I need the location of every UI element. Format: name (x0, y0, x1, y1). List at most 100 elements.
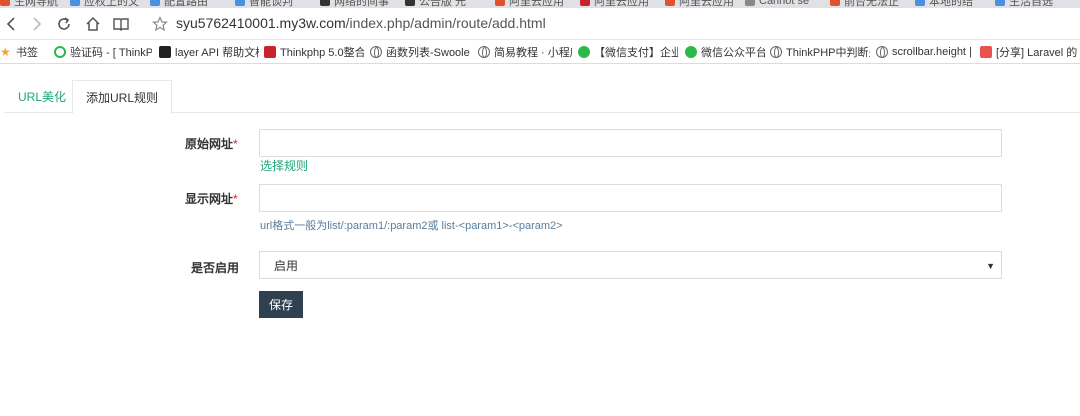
browser-tab[interactable]: 配置路由 (150, 0, 208, 8)
tab-favicon-icon (70, 0, 80, 6)
browser-tab[interactable]: 应权上的文 (70, 0, 139, 8)
bookmark-item[interactable]: 函数列表-Swoole (370, 44, 470, 60)
browser-tab-label: 本地的结 (929, 0, 973, 8)
browser-tab[interactable]: 智能谈判 (235, 0, 293, 8)
bookmark-item[interactable]: 【微信支付】企业 (578, 44, 678, 60)
browser-tab[interactable]: 本地的结 (915, 0, 973, 8)
bookmark-item[interactable]: 微信公众平台 (685, 44, 765, 60)
bookmark-label: 【微信支付】企业 (594, 47, 678, 59)
reload-icon (58, 17, 70, 30)
browser-tab[interactable]: 前台无法正 (830, 0, 899, 8)
back-button[interactable] (2, 14, 22, 34)
reload-button[interactable] (54, 14, 74, 34)
c-icon (264, 46, 276, 58)
wechat-icon (578, 46, 590, 58)
browser-toolbar: syu5762410001.my3w.com/index.php/admin/r… (0, 8, 1080, 40)
star-icon: ★ (0, 45, 11, 59)
bookmark-item[interactable]: [分享] Laravel 的 (980, 44, 1080, 60)
browser-tab[interactable]: 阿里云应用 (495, 0, 564, 8)
tab-favicon-icon (745, 0, 755, 6)
bookmark-label: scrollbar.height | (892, 46, 972, 58)
tab-favicon-icon (580, 0, 590, 6)
home-button[interactable] (83, 14, 103, 34)
reader-button[interactable] (111, 14, 131, 34)
ring-icon (54, 46, 66, 58)
tab-add-url-rule[interactable]: 添加URL规则 (72, 80, 173, 114)
laravel-icon (980, 46, 992, 58)
tab-favicon-icon (995, 0, 1005, 6)
tab-favicon-icon (405, 0, 415, 6)
bookmark-item[interactable]: ★ 书签 (0, 44, 40, 60)
browser-tab-label: 网络的间事 (334, 0, 389, 8)
address-bar[interactable]: syu5762410001.my3w.com/index.php/admin/r… (176, 15, 546, 31)
bookmark-item[interactable]: scrollbar.height | (876, 44, 974, 60)
tab-favicon-icon (830, 0, 840, 6)
display-url-input[interactable] (259, 184, 1002, 212)
back-arrow-icon (6, 17, 15, 31)
bookmark-label: ThinkPHP中判断是 (786, 47, 870, 59)
browser-tab-label: 生活自选 (1009, 0, 1053, 8)
browser-tab[interactable]: 生网导航 (0, 0, 58, 8)
globe-icon (770, 46, 782, 58)
bookmark-item[interactable]: 验证码 - [ ThinkPHP (54, 44, 152, 60)
browser-tab[interactable]: Cannot se (745, 0, 809, 8)
url-format-hint: url格式一般为list/:param1/:param2或 list-<para… (260, 220, 563, 232)
bookmark-label: 验证码 - [ ThinkPHP (70, 47, 152, 59)
save-button[interactable]: 保存 (259, 291, 303, 318)
original-url-label-text: 原始网址 (185, 137, 234, 151)
browser-tab-label: 应权上的文 (84, 0, 139, 8)
bookmark-item[interactable]: ThinkPHP中判断是 (770, 44, 870, 60)
forward-arrow-icon (33, 17, 42, 31)
browser-tab-label: 阿里云应用 (679, 0, 734, 8)
globe-icon (876, 46, 888, 58)
browser-tab-label: 前台无法正 (844, 0, 899, 8)
browser-tab-label: 生网导航 (14, 0, 58, 8)
bookmark-label: layer API 帮助文档 (175, 47, 259, 59)
url-host: syu5762410001.my3w.com (176, 15, 346, 31)
bookmark-item[interactable]: 简易教程 · 小程序 (478, 44, 572, 60)
bookmark-label: 简易教程 · 小程序 (494, 47, 572, 59)
select-rule-link[interactable]: 选择规则 (260, 157, 308, 174)
globe-icon (370, 46, 382, 58)
tab-favicon-icon (0, 0, 10, 6)
original-url-input[interactable] (259, 129, 1002, 157)
caret-down-icon: ▼ (986, 261, 995, 271)
bookmark-item[interactable]: layer API 帮助文档 (159, 44, 259, 60)
browser-tab[interactable]: 阿里云应用 (665, 0, 734, 8)
browser-tab[interactable]: 阿里云应用 (580, 0, 649, 8)
required-mark: * (233, 192, 238, 206)
browser-tab-label: 阿里云应用 (509, 0, 564, 8)
bookmarks-bar: ★ 书签 验证码 - [ ThinkPHP layer API 帮助文档 Thinkph… (0, 40, 1080, 64)
bookmark-label: 函数列表-Swoole (386, 47, 470, 59)
browser-tab-label: 配置路由 (164, 0, 208, 8)
bookmark-label: 微信公众平台 (701, 47, 765, 59)
bookmark-star-button[interactable] (150, 14, 170, 34)
enabled-select[interactable]: 启用 ▼ (259, 251, 1002, 279)
bookmark-label: [分享] Laravel 的 (996, 47, 1078, 59)
browser-tab[interactable]: 生活自选 (995, 0, 1053, 8)
browser-tab[interactable]: 网络的间事 (320, 0, 389, 8)
browser-tab-label: 公告版 元 (419, 0, 467, 8)
tab-favicon-icon (665, 0, 675, 6)
browser-tab-strip: 生网导航 应权上的文 配置路由 智能谈判 网络的间事 公告版 元 阿里云应用 阿里云应用 阿里云… (0, 0, 1080, 8)
bookmark-label: Thinkphp 5.0整合 (280, 47, 364, 59)
globe-icon (478, 46, 490, 58)
star-outline-icon (151, 16, 169, 32)
tab-favicon-icon (495, 0, 505, 6)
home-icon (86, 16, 100, 31)
tab-url-beautify[interactable]: URL美化 (4, 80, 80, 113)
url-path: /index.php/admin/route/add.html (345, 15, 546, 31)
browser-tab-label: 阿里云应用 (594, 0, 649, 8)
required-mark: * (233, 137, 238, 151)
display-url-label-text: 显示网址 (185, 192, 234, 206)
forward-button[interactable] (26, 14, 46, 34)
tab-favicon-icon (150, 0, 160, 6)
wechat-icon (685, 46, 697, 58)
layer-icon (159, 46, 171, 58)
admin-page: URL美化 添加URL规则 原始网址* 选择规则 显示网址* url格式一般为l… (0, 64, 1080, 416)
browser-tab[interactable]: 公告版 元 (405, 0, 466, 8)
display-url-label: 显示网址* (185, 190, 238, 207)
bookmark-item[interactable]: Thinkphp 5.0整合 (264, 44, 364, 60)
enabled-select-value: 启用 (274, 258, 299, 273)
enabled-label: 是否启用 (191, 261, 240, 275)
